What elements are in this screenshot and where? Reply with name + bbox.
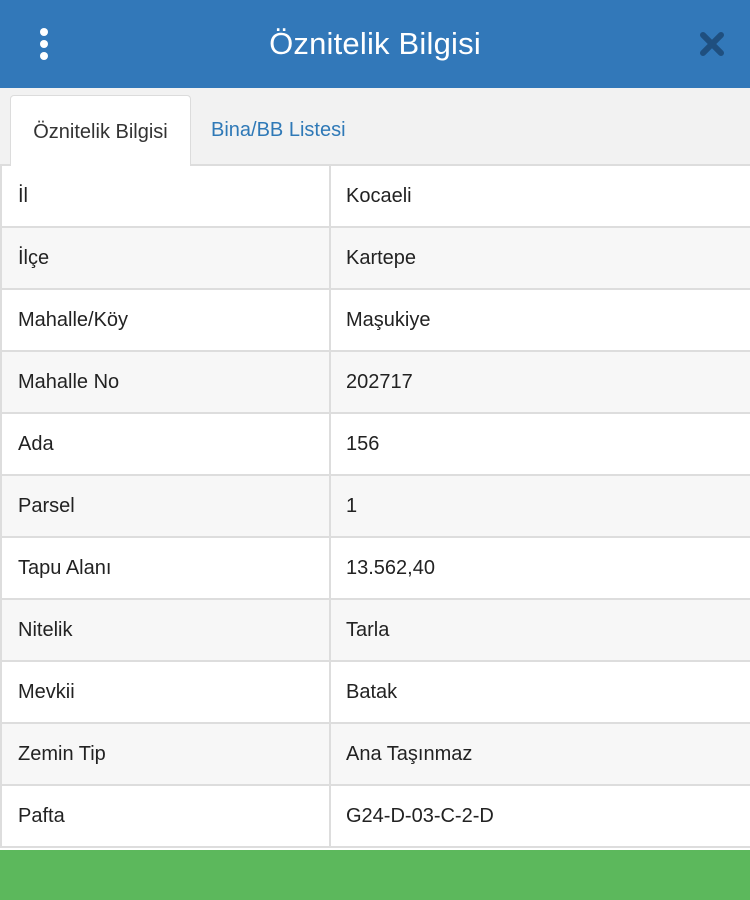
close-icon (700, 32, 724, 56)
footer-bar (0, 850, 750, 900)
attribute-value: Ana Taşınmaz (346, 742, 473, 765)
tab-bar: Öznitelik Bilgisi Bina/BB Listesi (0, 88, 750, 168)
menu-button[interactable] (28, 24, 60, 64)
attribute-value: 13.562,40 (346, 556, 435, 579)
close-button[interactable] (694, 26, 730, 62)
attribute-value: 202717 (346, 370, 413, 393)
header-bar: Öznitelik Bilgisi (0, 0, 750, 88)
tab-label: Öznitelik Bilgisi (33, 120, 168, 143)
attribute-value: Batak (346, 680, 398, 703)
page-title: Öznitelik Bilgisi (269, 26, 481, 61)
attribute-key: Ada (0, 414, 331, 474)
table-row: Pafta G24-D-03-C-2-D (0, 786, 750, 848)
attribute-key: Tapu Alanı (0, 538, 331, 598)
table-row: Ada 156 (0, 414, 750, 476)
attribute-key: Nitelik (0, 600, 331, 660)
attribute-key: Mahalle No (0, 352, 331, 412)
table-row: Nitelik Tarla (0, 600, 750, 662)
attribute-key: Zemin Tip (0, 724, 331, 784)
attribute-key: İlçe (0, 228, 331, 288)
table-row: İlçe Kartepe (0, 228, 750, 290)
tab-oznitelik-bilgisi[interactable]: Öznitelik Bilgisi (10, 95, 191, 168)
attribute-value: Tarla (346, 618, 390, 641)
vertical-ellipsis-icon (40, 28, 48, 60)
attribute-value: Kocaeli (346, 184, 412, 207)
tab-bina-bb-listesi[interactable]: Bina/BB Listesi (211, 95, 346, 166)
attribute-value: 156 (346, 432, 380, 455)
table-row: Tapu Alanı 13.562,40 (0, 538, 750, 600)
attribute-value: Kartepe (346, 246, 417, 269)
attribute-key: Mevkii (0, 662, 331, 722)
table-row: Parsel 1 (0, 476, 750, 538)
attribute-key: Mahalle/Köy (0, 290, 331, 350)
table-row: Mahalle/Köy Maşukiye (0, 290, 750, 352)
attribute-value: G24-D-03-C-2-D (346, 804, 494, 827)
tab-label: Bina/BB Listesi (211, 119, 346, 141)
attribute-value: Maşukiye (346, 308, 431, 331)
attribute-key: Parsel (0, 476, 331, 536)
table-row: Mahalle No 202717 (0, 352, 750, 414)
table-row: İl Kocaeli (0, 166, 750, 228)
attribute-key: Pafta (0, 786, 331, 846)
table-row: Zemin Tip Ana Taşınmaz (0, 724, 750, 786)
table-row: Mevkii Batak (0, 662, 750, 724)
attribute-key: İl (0, 166, 331, 226)
attribute-value: 1 (346, 494, 358, 517)
attribute-table: İl Kocaeli İlçe Kartepe Mahalle/Köy Maşu… (0, 166, 750, 848)
